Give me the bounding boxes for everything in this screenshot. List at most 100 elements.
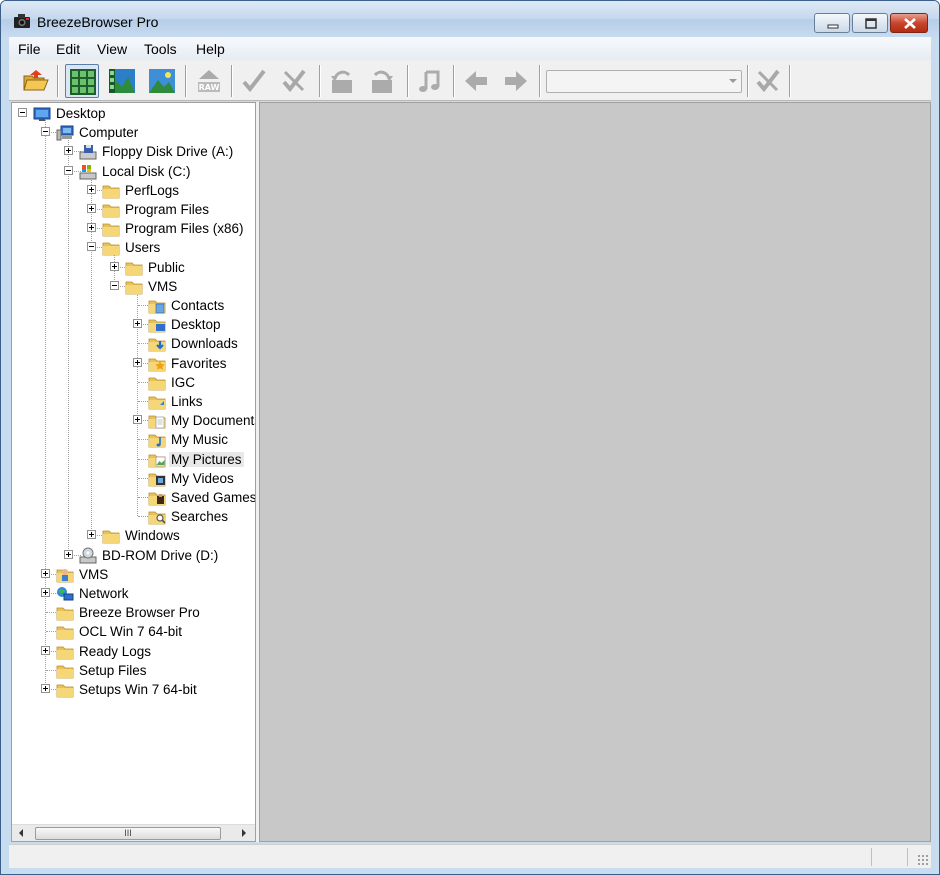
collapse-icon[interactable] [41, 127, 50, 137]
check-button[interactable] [237, 64, 271, 98]
collapse-icon[interactable] [87, 242, 96, 252]
status-separator [907, 848, 908, 866]
thumbnail-view-button[interactable] [65, 64, 99, 98]
toolbar-separator [231, 65, 233, 97]
tree-item[interactable]: Setup Files [12, 661, 255, 680]
tree-item[interactable]: Program Files (x86) [12, 219, 255, 238]
back-button[interactable] [459, 64, 493, 98]
tree-item[interactable]: Favorites [12, 354, 255, 373]
collapse-icon[interactable] [110, 280, 119, 290]
expand-icon[interactable] [87, 204, 96, 213]
forward-button[interactable] [499, 64, 533, 98]
collapse-icon[interactable] [18, 108, 27, 117]
uncheck-button[interactable] [277, 64, 311, 98]
toolbar-separator [407, 65, 409, 97]
clear-icon [756, 69, 780, 93]
clear-filter-button[interactable] [751, 64, 785, 98]
rotate-right-button[interactable] [365, 64, 399, 98]
thumbnail-pane[interactable] [259, 102, 931, 842]
tree-item-label: My Pictures [169, 451, 244, 467]
tree-item[interactable]: Local Disk (C:) [12, 162, 255, 181]
tree-item-label: BD-ROM Drive (D:) [102, 547, 219, 563]
tree-item[interactable]: Network [12, 584, 255, 603]
tree-item[interactable]: Breeze Browser Pro [12, 603, 255, 622]
collapse-icon[interactable] [64, 165, 73, 175]
filter-combo[interactable] [546, 70, 742, 93]
toolbar-separator [319, 65, 321, 97]
tree-item[interactable]: Desktop [12, 104, 255, 123]
raw-button[interactable]: RAW [191, 64, 225, 98]
tree-item-label: Program Files [125, 202, 210, 217]
tree-item[interactable]: VMS [12, 565, 255, 584]
close-icon [904, 18, 916, 29]
scroll-left-icon[interactable] [19, 829, 23, 837]
tree-item[interactable]: Downloads [12, 334, 255, 353]
toolbar-separator [185, 65, 187, 97]
tree-item[interactable]: Contacts [12, 296, 255, 315]
tree-item[interactable]: Ready Logs [12, 642, 255, 661]
expand-icon[interactable] [64, 549, 73, 559]
favorites-folder-icon [148, 358, 166, 371]
expand-icon[interactable] [41, 645, 50, 655]
tree-item[interactable]: IGC [12, 373, 255, 392]
tree-item[interactable]: Floppy Disk Drive (A:) [12, 142, 255, 161]
tree-item[interactable]: My Pictures [12, 450, 255, 469]
tree-item[interactable]: Saved Games [12, 488, 255, 507]
folder-icon [102, 185, 120, 199]
camera-app-icon [14, 14, 30, 28]
tree-item-label: Local Disk (C:) [102, 163, 191, 179]
tree-item[interactable]: OCL Win 7 64-bit [12, 622, 255, 641]
tree-item[interactable]: Public [12, 258, 255, 277]
floppy-drive-icon [79, 145, 97, 160]
tree-item[interactable]: BD-ROM Drive (D:) [12, 546, 255, 565]
folder-icon [102, 204, 120, 218]
folder-tree[interactable]: Desktop Computer Floppy Disk Drive (A:) Loc… [11, 102, 256, 842]
tree-item[interactable]: My Documents [12, 411, 255, 430]
menu-file[interactable]: File [18, 41, 41, 57]
expand-icon[interactable] [133, 319, 142, 329]
tree-item[interactable]: Program Files [12, 200, 255, 219]
tree-item[interactable]: Windows [12, 526, 255, 545]
open-folder-button[interactable] [19, 64, 53, 98]
tree-item[interactable]: Setups Win 7 64-bit [12, 680, 255, 699]
contacts-folder-icon [148, 300, 166, 314]
expand-icon[interactable] [41, 568, 50, 578]
horizontal-scrollbar[interactable]: III [12, 824, 255, 841]
preview-view-button[interactable] [145, 64, 179, 98]
tree-item-label: Public [148, 259, 185, 275]
filmstrip-view-button[interactable] [105, 64, 139, 98]
scroll-right-icon[interactable] [242, 829, 246, 837]
tree-item[interactable]: VMS [12, 277, 255, 296]
title-bar[interactable]: BreezeBrowser Pro [1, 1, 939, 37]
tree-item[interactable]: Computer [12, 123, 255, 142]
rotate-left-button[interactable] [325, 64, 359, 98]
minimize-button[interactable] [814, 13, 850, 33]
expand-icon[interactable] [87, 184, 96, 194]
close-button[interactable] [890, 13, 928, 33]
expand-icon[interactable] [110, 261, 119, 271]
tree-item[interactable]: Desktop [12, 315, 255, 334]
expand-icon[interactable] [133, 357, 142, 367]
checkmark-icon [242, 69, 266, 93]
tree-item[interactable]: Searches [12, 507, 255, 526]
tree-item[interactable]: My Videos [12, 469, 255, 488]
folder-icon [102, 530, 120, 544]
sound-button[interactable] [413, 64, 447, 98]
tree-item[interactable]: Links [12, 392, 255, 411]
menu-view[interactable]: View [97, 41, 127, 57]
expand-icon[interactable] [41, 684, 50, 693]
tree-item[interactable]: Users [12, 238, 255, 257]
expand-icon[interactable] [87, 530, 96, 540]
scrollbar-thumb[interactable]: III [35, 827, 221, 840]
resize-grip-icon[interactable] [917, 854, 929, 866]
expand-icon[interactable] [41, 588, 50, 597]
expand-icon[interactable] [64, 146, 73, 156]
tree-item[interactable]: PerfLogs [12, 181, 255, 200]
expand-icon[interactable] [87, 223, 96, 233]
menu-help[interactable]: Help [196, 41, 225, 57]
menu-edit[interactable]: Edit [56, 41, 80, 57]
expand-icon[interactable] [133, 415, 142, 425]
tree-item[interactable]: My Music [12, 430, 255, 449]
maximize-button[interactable] [852, 13, 888, 33]
menu-tools[interactable]: Tools [144, 41, 177, 57]
